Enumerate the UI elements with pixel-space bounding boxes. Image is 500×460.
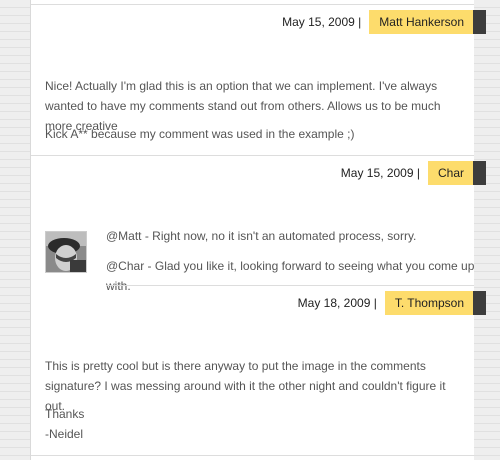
signature-tab — [473, 291, 486, 315]
comment-author-link[interactable]: T. Thompson — [384, 291, 473, 315]
comment-text: @Char - Glad you like it, looking forwar… — [106, 259, 475, 293]
comment-divider — [106, 285, 474, 286]
comment-text: Kick A** because my comment was used in … — [45, 127, 355, 141]
user-photo-avatar — [45, 231, 87, 273]
comment-text: Thanks — [45, 407, 85, 421]
comments-section: May 15, 2009 | Matt Hankerson Nice! Actu… — [31, 0, 486, 460]
comment-author-link[interactable]: Char — [427, 161, 473, 185]
page-right-rail[interactable] — [473, 0, 500, 460]
comment-text: @Matt - Right now, no it isn't an automa… — [106, 229, 417, 243]
signature-tab — [473, 161, 486, 185]
page-left-rail — [0, 0, 31, 460]
comment-divider — [31, 155, 474, 156]
comment-text: -Neidel — [45, 427, 84, 441]
comment-date: May 15, 2009 | — [282, 15, 362, 29]
comment-signature: May 15, 2009 | Char — [341, 161, 486, 185]
comment-divider — [31, 4, 474, 5]
comment-date: May 18, 2009 | — [297, 296, 377, 310]
comment-date: May 15, 2009 | — [340, 166, 420, 180]
comment-author-link[interactable]: Matt Hankerson — [369, 10, 473, 34]
comment-signature: May 15, 2009 | Matt Hankerson — [282, 10, 486, 34]
comment-divider — [31, 455, 474, 456]
comment-signature: May 18, 2009 | T. Thompson — [298, 291, 486, 315]
signature-tab — [473, 10, 486, 34]
